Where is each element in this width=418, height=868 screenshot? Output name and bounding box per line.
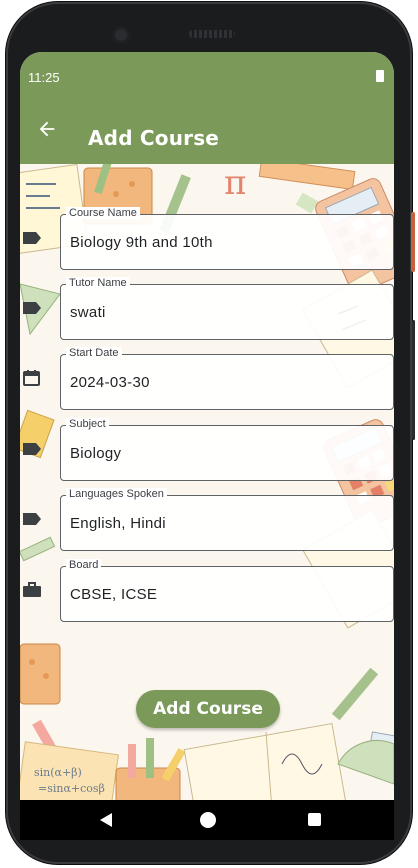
languages-spoken-field[interactable]: Languages Spoken English, Hindi	[23, 488, 394, 551]
form-area: π sin(α+β) =sinα+cosβ Course Name Biolog…	[20, 164, 394, 800]
label-tag-icon	[23, 513, 41, 525]
tutor-name-input[interactable]	[60, 284, 394, 340]
briefcase-icon	[23, 582, 41, 597]
app-bar: Add Course	[20, 98, 394, 164]
label-tag-icon	[23, 232, 41, 244]
tutor-name-value: swati	[70, 304, 106, 321]
battery-icon	[376, 70, 384, 82]
board-label: Board	[66, 559, 102, 571]
start-date-label: Start Date	[66, 347, 122, 359]
tutor-name-label: Tutor Name	[66, 277, 130, 289]
board-value: CBSE, ICSE	[70, 586, 158, 603]
add-course-button[interactable]: Add Course	[136, 690, 280, 728]
start-date-field[interactable]: Start Date 2024-03-30	[23, 347, 394, 410]
course-name-value: Biology 9th and 10th	[70, 234, 213, 251]
page-title: Add Course	[88, 126, 220, 150]
nav-back-icon[interactable]	[98, 812, 114, 828]
svg-text:=sinα+cosβ: =sinα+cosβ	[38, 782, 105, 795]
screen: 11:25 Add Course π sin(α+β) =sinα+cosβ C…	[20, 52, 394, 800]
start-date-value: 2024-03-30	[70, 374, 150, 391]
svg-text:π: π	[224, 164, 246, 203]
nav-recents-icon[interactable]	[308, 813, 321, 826]
label-tag-icon	[23, 443, 41, 455]
subject-value: Biology	[70, 445, 122, 462]
volume-button	[412, 320, 415, 440]
course-name-label: Course Name	[66, 207, 140, 219]
languages-spoken-label: Languages Spoken	[66, 488, 167, 500]
nav-home-icon[interactable]	[200, 812, 216, 828]
status-time: 11:25	[28, 70, 60, 85]
course-name-field[interactable]: Course Name Biology 9th and 10th	[23, 207, 394, 270]
arrow-left-icon[interactable]	[36, 118, 58, 140]
earpiece-speaker	[189, 30, 235, 38]
tutor-name-field[interactable]: Tutor Name swati	[23, 277, 394, 340]
svg-text:sin(α+β): sin(α+β)	[34, 766, 82, 779]
phone-frame: 11:25 Add Course π sin(α+β) =sinα+cosβ C…	[6, 2, 415, 864]
power-button	[411, 212, 415, 272]
subject-field[interactable]: Subject Biology	[23, 418, 394, 481]
label-tag-icon	[23, 302, 41, 314]
board-field[interactable]: Board CBSE, ICSE	[23, 559, 394, 622]
calendar-icon	[23, 370, 40, 386]
front-camera	[112, 26, 130, 44]
languages-spoken-value: English, Hindi	[70, 515, 166, 532]
subject-label: Subject	[66, 418, 109, 430]
system-nav-bar	[20, 800, 394, 840]
status-bar: 11:25	[20, 52, 394, 98]
